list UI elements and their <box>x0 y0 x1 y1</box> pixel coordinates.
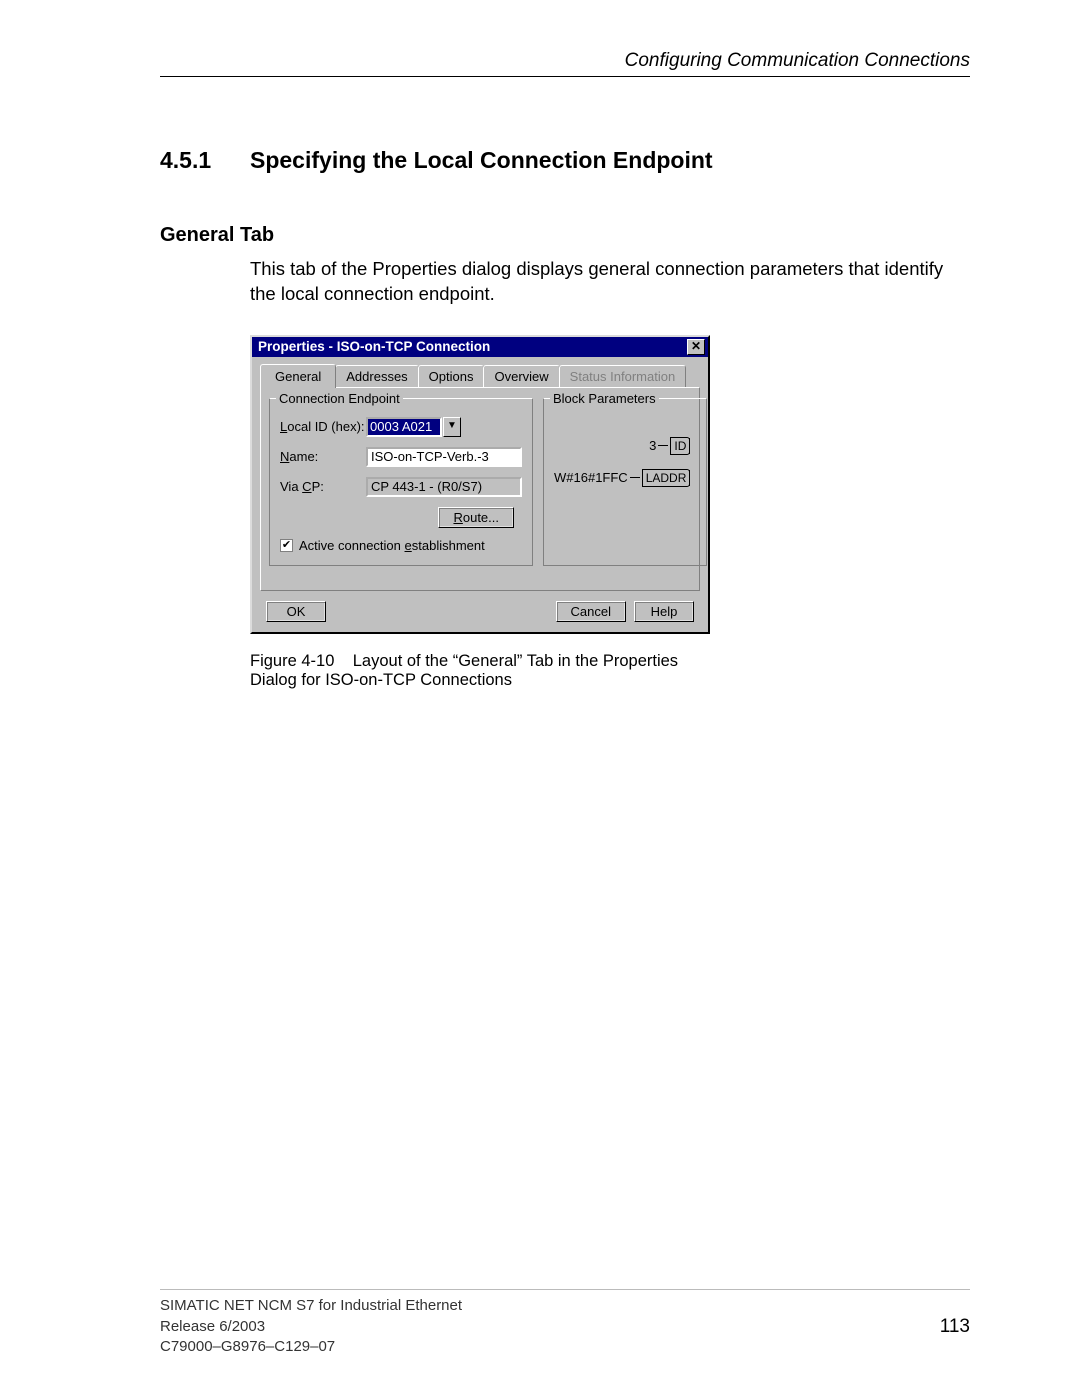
dialog-titlebar: Properties - ISO-on-TCP Connection ✕ <box>252 337 708 357</box>
local-id-dropdown-button[interactable]: ▼ <box>443 417 461 437</box>
via-cp-label: Via CP: <box>280 479 366 494</box>
tab-options[interactable]: Options <box>418 365 485 387</box>
local-id-input[interactable] <box>366 417 442 437</box>
cancel-button[interactable]: Cancel <box>556 601 626 622</box>
page-footer: SIMATIC NET NCM S7 for Industrial Ethern… <box>160 1289 970 1357</box>
name-input[interactable] <box>366 447 522 467</box>
section-title: Specifying the Local Connection Endpoint <box>250 147 713 174</box>
footer-doc-title: SIMATIC NET NCM S7 for Industrial Ethern… <box>160 1296 462 1316</box>
properties-dialog: Properties - ISO-on-TCP Connection ✕ Gen… <box>250 335 710 634</box>
dialog-title: Properties - ISO-on-TCP Connection <box>258 339 490 354</box>
connector-line-icon <box>658 445 668 446</box>
groupbox-connection-endpoint-label: Connection Endpoint <box>276 391 403 406</box>
groupbox-block-parameters: Block Parameters 3 ID W#16#1FFC <box>543 398 707 566</box>
block-param-laddr-value: W#16#1FFC <box>554 470 628 485</box>
header-rule <box>160 76 970 77</box>
close-icon[interactable]: ✕ <box>687 339 705 355</box>
tab-status-information: Status Information <box>559 365 687 387</box>
running-head: Configuring Communication Connections <box>160 50 970 72</box>
name-label: Name: <box>280 449 366 464</box>
tab-addresses[interactable]: Addresses <box>335 365 418 387</box>
local-id-label: Local ID (hex): <box>280 419 366 434</box>
footer-docnumber: C79000–G8976–C129–07 <box>160 1337 462 1357</box>
tabs-row: General Addresses Options Overview Statu… <box>260 363 700 387</box>
footer-release: Release 6/2003 <box>160 1317 462 1337</box>
route-button[interactable]: Route... <box>438 507 514 528</box>
tab-overview[interactable]: Overview <box>483 365 559 387</box>
via-cp-input <box>366 477 522 497</box>
section-number: 4.5.1 <box>160 147 250 174</box>
tab-panel-general: Connection Endpoint Local ID (hex): ▼ Na… <box>260 387 700 591</box>
figure-label: Figure 4-10 <box>250 652 334 670</box>
help-button[interactable]: Help <box>634 601 694 622</box>
tab-general[interactable]: General <box>260 364 336 388</box>
block-param-id-value: 3 <box>649 438 656 453</box>
block-param-id-label: ID <box>670 437 690 455</box>
active-connection-label: Active connection establishment <box>299 538 485 553</box>
active-connection-checkbox[interactable]: ✔ <box>280 539 293 552</box>
subsection-heading: General Tab <box>160 224 970 247</box>
subsection-body: This tab of the Properties dialog displa… <box>250 257 970 307</box>
groupbox-connection-endpoint: Connection Endpoint Local ID (hex): ▼ Na… <box>269 398 533 566</box>
ok-button[interactable]: OK <box>266 601 326 622</box>
connector-line-icon <box>630 477 640 478</box>
block-param-laddr-label: LADDR <box>642 469 691 487</box>
groupbox-block-parameters-label: Block Parameters <box>550 391 659 406</box>
page-number: 113 <box>940 1316 970 1338</box>
dialog-button-row: OK Cancel Help <box>260 591 700 624</box>
figure-caption: Figure 4-10 Layout of the “General” Tab … <box>250 652 710 690</box>
